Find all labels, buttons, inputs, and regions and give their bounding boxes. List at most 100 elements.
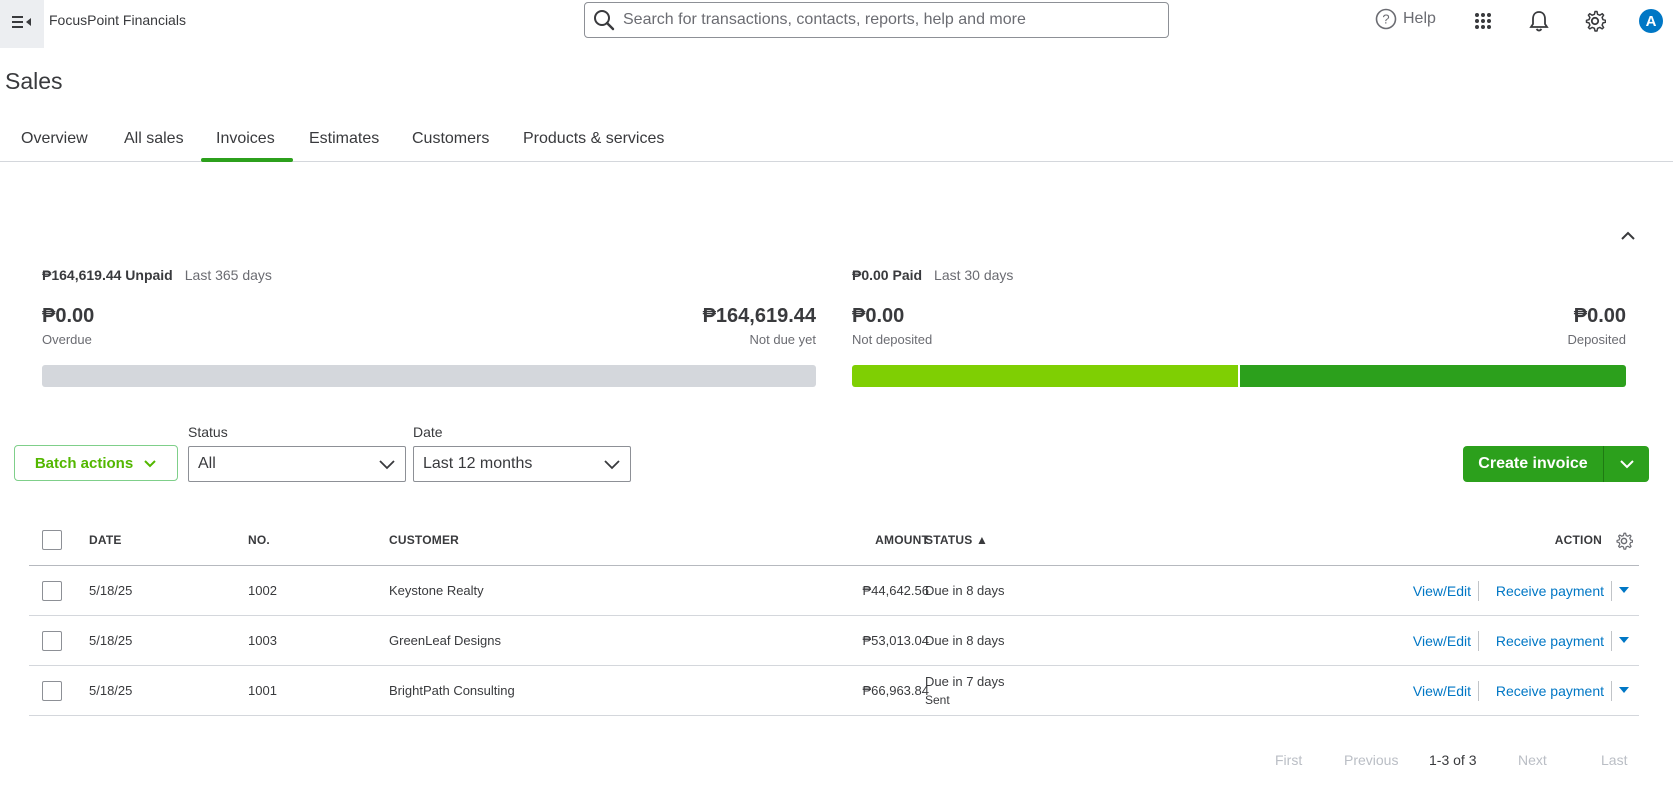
action-divider <box>1611 681 1612 701</box>
menu-toggle-button[interactable] <box>0 0 44 48</box>
action-divider <box>1478 581 1479 601</box>
row-status: Due in 7 days <box>925 674 1005 689</box>
deposited-label: Deposited <box>1567 332 1626 347</box>
row-checkbox[interactable] <box>42 581 62 601</box>
row-number: 1001 <box>248 683 277 698</box>
tab-all-sales[interactable]: All sales <box>124 130 184 148</box>
chevron-down-icon <box>604 457 620 476</box>
unpaid-period: Last 365 days <box>184 267 272 283</box>
pagination-range: 1-3 of 3 <box>1429 752 1477 768</box>
status-filter-select[interactable]: All <box>188 446 406 482</box>
row-customer: BrightPath Consulting <box>389 683 515 698</box>
view-edit-link[interactable]: View/Edit <box>1413 633 1471 649</box>
row-substatus: Sent <box>925 693 950 707</box>
chevron-down-icon <box>143 456 157 470</box>
table-row[interactable]: 5/18/25 1002 Keystone Realty ₱44,642.56 … <box>29 566 1639 616</box>
date-filter-label: Date <box>413 424 443 440</box>
select-all-checkbox[interactable] <box>42 530 62 550</box>
overdue-amount: ₱0.00 <box>42 305 95 327</box>
tab-overview[interactable]: Overview <box>21 130 88 148</box>
create-invoice-dropdown-chevron-icon[interactable] <box>1604 457 1649 471</box>
overdue-label: Overdue <box>42 332 92 347</box>
tab-estimates[interactable]: Estimates <box>309 130 379 148</box>
receive-payment-link[interactable]: Receive payment <box>1496 583 1604 599</box>
not-deposited-amount: ₱0.00 <box>852 305 905 327</box>
row-checkbox[interactable] <box>42 681 62 701</box>
unpaid-summary-header: ₱164,619.44 Unpaid Last 365 days <box>42 267 272 283</box>
date-filter-select[interactable]: Last 12 months <box>413 446 631 482</box>
search-placeholder: Search for transactions, contacts, repor… <box>623 11 1026 28</box>
row-actions-caret-icon[interactable] <box>1619 587 1629 593</box>
not-deposited-bar[interactable] <box>852 365 1238 387</box>
chevron-down-icon <box>379 457 395 476</box>
action-divider <box>1478 681 1479 701</box>
row-amount: ₱66,963.84 <box>862 683 929 698</box>
view-edit-link[interactable]: View/Edit <box>1413 683 1471 699</box>
header-action: ACTION <box>1554 533 1602 547</box>
row-status: Due in 8 days <box>925 583 1005 598</box>
status-filter-value: All <box>198 455 216 472</box>
user-avatar[interactable]: A <box>1639 9 1663 33</box>
row-customer: Keystone Realty <box>389 583 484 598</box>
deposited-bar[interactable] <box>1240 365 1626 387</box>
pagination-last[interactable]: Last <box>1601 752 1627 768</box>
tab-customers[interactable]: Customers <box>412 130 489 148</box>
not-deposited-label: Not deposited <box>852 332 933 347</box>
create-invoice-label: Create invoice <box>1478 455 1588 472</box>
row-date: 5/18/25 <box>89 633 133 648</box>
row-amount: ₱44,642.56 <box>862 583 929 598</box>
row-status: Due in 8 days <box>925 633 1005 648</box>
notifications-bell-icon[interactable] <box>1527 9 1551 33</box>
tab-invoices[interactable]: Invoices <box>216 130 275 148</box>
view-edit-link[interactable]: View/Edit <box>1413 583 1471 599</box>
header-date[interactable]: DATE <box>89 533 122 547</box>
paid-total: ₱0.00 Paid <box>852 267 923 283</box>
tab-products-services[interactable]: Products & services <box>523 130 664 148</box>
action-divider <box>1611 631 1612 651</box>
help-button[interactable]: ? Help <box>1375 8 1436 30</box>
table-row[interactable]: 5/18/25 1003 GreenLeaf Designs ₱53,013.0… <box>29 616 1639 666</box>
row-customer: GreenLeaf Designs <box>389 633 502 648</box>
receive-payment-link[interactable]: Receive payment <box>1496 633 1604 649</box>
page-title: Sales <box>5 68 63 94</box>
table-settings-gear-icon[interactable] <box>1615 532 1634 555</box>
deposited-amount: ₱0.00 <box>1573 305 1626 327</box>
pagination-next[interactable]: Next <box>1518 752 1547 768</box>
search-bar[interactable]: Search for transactions, contacts, repor… <box>584 2 1169 38</box>
settings-gear-icon[interactable] <box>1583 9 1607 33</box>
action-divider <box>1478 631 1479 651</box>
row-number: 1002 <box>248 583 277 598</box>
header-status[interactable]: STATUS ▲ <box>925 533 988 547</box>
header-customer[interactable]: CUSTOMER <box>389 533 459 547</box>
receive-payment-link[interactable]: Receive payment <box>1496 683 1604 699</box>
date-filter-value: Last 12 months <box>423 455 533 472</box>
menu-collapse-icon <box>12 15 32 34</box>
help-icon: ? <box>1375 8 1397 30</box>
batch-actions-button[interactable]: Batch actions <box>14 445 178 481</box>
row-amount: ₱53,013.04 <box>862 633 929 648</box>
row-number: 1003 <box>248 633 277 648</box>
row-date: 5/18/25 <box>89 583 133 598</box>
company-name: FocusPoint Financials <box>49 12 186 28</box>
row-actions-caret-icon[interactable] <box>1619 637 1629 643</box>
unpaid-progress-bar[interactable] <box>42 365 816 387</box>
header-no[interactable]: NO. <box>248 533 270 547</box>
table-header: DATE NO. CUSTOMER AMOUNT STATUS ▲ ACTION <box>29 516 1639 566</box>
action-divider <box>1611 581 1612 601</box>
apps-grid-icon[interactable] <box>1471 9 1495 33</box>
paid-period: Last 30 days <box>934 267 1014 283</box>
table-row[interactable]: 5/18/25 1001 BrightPath Consulting ₱66,9… <box>29 666 1639 716</box>
row-checkbox[interactable] <box>42 631 62 651</box>
row-actions-caret-icon[interactable] <box>1619 687 1629 693</box>
create-invoice-button[interactable]: Create invoice <box>1463 446 1649 482</box>
svg-text:?: ? <box>1382 12 1389 27</box>
batch-actions-label: Batch actions <box>34 454 134 472</box>
tab-bar: Overview All sales Invoices Estimates Cu… <box>0 118 1673 162</box>
not-due-amount: ₱164,619.44 <box>702 305 816 327</box>
collapse-summary-chevron-up-icon[interactable] <box>1618 226 1638 246</box>
row-date: 5/18/25 <box>89 683 133 698</box>
pagination-first[interactable]: First <box>1275 752 1302 768</box>
header-amount[interactable]: AMOUNT <box>875 533 929 547</box>
search-icon <box>593 9 615 31</box>
pagination-previous[interactable]: Previous <box>1344 752 1398 768</box>
